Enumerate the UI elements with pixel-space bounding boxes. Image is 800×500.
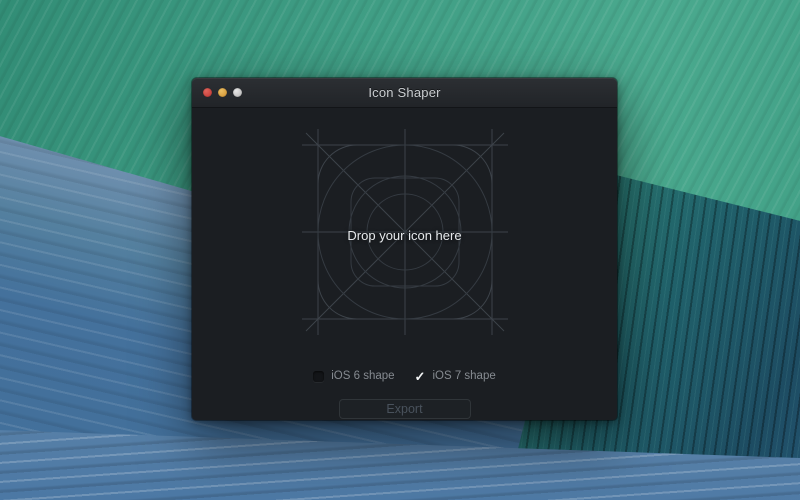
ios7-shape-checkbox[interactable]: ✓ iOS 7 shape [415,370,496,382]
shape-options: iOS 6 shape ✓ iOS 7 shape [192,370,617,382]
window-content: Drop your icon here iOS 6 shape ✓ iOS 7 … [192,108,617,420]
checkmark-icon: ✓ [415,371,426,382]
ios6-shape-checkbox[interactable]: iOS 6 shape [313,370,394,382]
drop-zone-label: Drop your icon here [295,228,515,243]
checkbox-unchecked-icon [313,371,324,382]
window-title: Icon Shaper [192,78,617,107]
app-window: Icon Shaper [192,78,617,420]
drop-zone[interactable]: Drop your icon here [295,122,515,342]
export-button[interactable]: Export [339,399,471,419]
desktop: Icon Shaper [0,0,800,500]
ios6-shape-label: iOS 6 shape [331,370,394,382]
ios7-shape-label: iOS 7 shape [432,370,495,382]
title-bar[interactable]: Icon Shaper [192,78,617,108]
